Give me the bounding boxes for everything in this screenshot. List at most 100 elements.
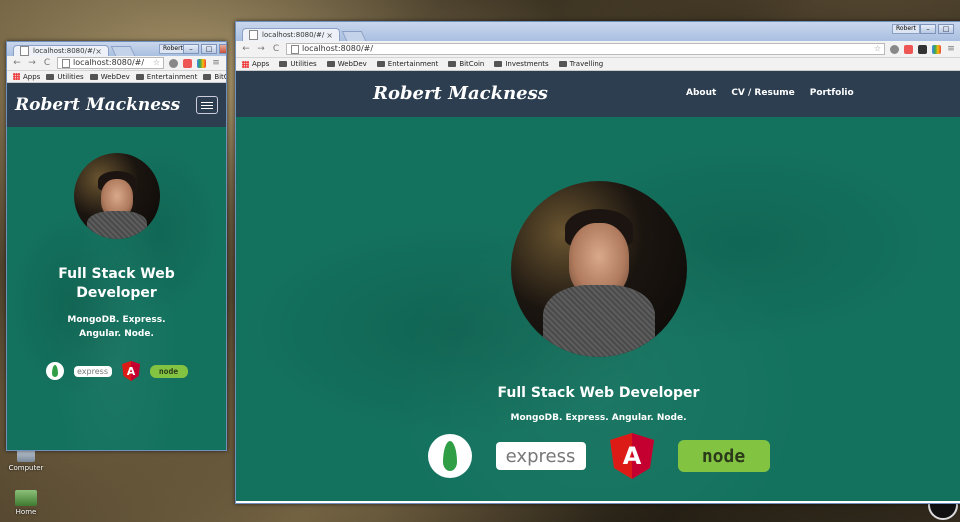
express-logo-text: express <box>77 366 108 376</box>
nodejs-logo-icon: node <box>149 364 188 378</box>
reload-icon[interactable]: C <box>42 58 52 68</box>
bookmark-folder[interactable]: WebDev <box>326 60 367 68</box>
maximize-icon[interactable]: □ <box>938 24 954 34</box>
bookmark-label: BitCoin <box>459 60 485 68</box>
toolbar: ← → C localhost:8080/#/ ☆ ≡ <box>7 56 226 71</box>
bookmark-apps[interactable]: Apps <box>13 73 40 81</box>
forward-icon[interactable]: → <box>27 58 37 68</box>
hamburger-line <box>201 104 213 106</box>
extension-icon[interactable] <box>183 58 192 68</box>
site-navbar: Robert Mackness About CV / Resume Portfo… <box>236 71 960 117</box>
desktop-icon-label: Computer <box>8 464 44 472</box>
extension-icon[interactable] <box>904 44 913 54</box>
apps-icon <box>242 60 249 68</box>
bookmarks-bar: Apps Utilities WebDev Entertainment BitC… <box>7 71 226 83</box>
angular-logo-icon: A <box>121 361 140 381</box>
browser-tab[interactable]: localhost:8080/#/ × <box>242 28 340 41</box>
desktop-icon-computer[interactable]: Computer <box>6 448 46 472</box>
folder-icon <box>558 61 567 67</box>
tab-title: localhost:8080/#/ <box>262 31 325 39</box>
new-tab-button[interactable] <box>110 46 136 56</box>
folder-icon <box>279 61 288 67</box>
back-icon[interactable]: ← <box>241 44 251 54</box>
angular-logo-icon: A <box>609 433 654 479</box>
page-icon <box>62 58 70 68</box>
folder-icon <box>494 61 503 67</box>
hamburger-menu-button[interactable] <box>196 96 218 114</box>
new-tab-button[interactable] <box>341 31 367 41</box>
page-heading: Full Stack Web Developer <box>58 266 175 301</box>
bookmarks-bar: Apps Utilities WebDev Entertainment BitC… <box>236 58 960 71</box>
bookmark-label: Utilities <box>290 60 317 68</box>
avatar-scarf <box>542 285 655 357</box>
address-bar[interactable]: localhost:8080/#/ ☆ <box>57 57 164 69</box>
hamburger-line <box>201 107 213 109</box>
bookmark-folder[interactable]: BitCoin <box>203 73 226 81</box>
extension-icon[interactable] <box>197 58 206 68</box>
folder-icon <box>46 73 55 80</box>
bookmark-folder[interactable]: Entertainment <box>135 73 197 81</box>
tech-logos: express A node <box>236 433 960 479</box>
extension-icon[interactable] <box>169 58 178 68</box>
browser-tab[interactable]: localhost:8080/#/ × <box>13 45 109 56</box>
bookmark-folder[interactable]: BitCoin <box>448 60 484 68</box>
forward-icon[interactable]: → <box>256 44 266 54</box>
tech-logos: express A node <box>7 361 226 381</box>
bookmark-star-icon[interactable]: ☆ <box>153 57 160 69</box>
back-icon[interactable]: ← <box>12 58 22 68</box>
page-subheading: MongoDB. Express. Angular. Node. <box>510 413 687 423</box>
bookmark-star-icon[interactable]: ☆ <box>874 43 881 55</box>
page-icon <box>291 44 299 54</box>
bookmark-folder[interactable]: Entertainment <box>376 60 438 68</box>
bookmark-label: WebDev <box>337 60 367 68</box>
express-logo-icon: express <box>73 365 112 377</box>
bookmark-folder[interactable]: Investments <box>494 60 549 68</box>
address-bar[interactable]: localhost:8080/#/ ☆ <box>286 43 885 55</box>
bookmark-folder[interactable]: Utilities <box>46 72 84 81</box>
bookmark-folder[interactable]: Utilities <box>279 60 317 68</box>
site-viewport: Robert Mackness Full Stack Web Developer… <box>7 83 226 450</box>
profile-avatar <box>73 153 160 239</box>
menu-icon[interactable]: ≡ <box>211 58 221 68</box>
minimize-icon[interactable]: – <box>920 24 936 34</box>
bookmark-label: Utilities <box>57 72 84 81</box>
bookmark-apps[interactable]: Apps <box>242 60 269 68</box>
address-text: localhost:8080/#/ <box>302 44 374 53</box>
nav-link-portfolio[interactable]: Portfolio <box>810 88 854 98</box>
toolbar: ← → C localhost:8080/#/ ☆ ≡ <box>236 41 960 58</box>
folder-icon <box>448 61 457 67</box>
node-logo-text: node <box>701 445 746 467</box>
nav-link-cv-resume[interactable]: CV / Resume <box>731 88 794 98</box>
browser-window-small: localhost:8080/#/ × Robert – □ × ← → C l… <box>6 41 227 451</box>
bookmark-label: Investments <box>505 60 549 68</box>
page-subheading: MongoDB. Express. Angular. Node. <box>67 315 166 339</box>
angular-letter: A <box>622 442 641 470</box>
folder-icon <box>89 73 98 80</box>
bookmark-folder[interactable]: Travelling <box>558 60 603 68</box>
nav-link-about[interactable]: About <box>686 88 716 98</box>
close-window-icon[interactable]: × <box>219 44 226 54</box>
maximize-icon[interactable]: □ <box>201 44 217 54</box>
site-navbar: Robert Mackness <box>7 83 226 127</box>
minimize-icon[interactable]: – <box>183 44 199 54</box>
express-logo-icon: express <box>495 442 586 470</box>
extension-icon[interactable] <box>932 44 941 54</box>
bookmark-label: WebDev <box>100 72 130 81</box>
bookmark-label: Apps <box>252 60 270 68</box>
reload-icon[interactable]: C <box>271 44 281 54</box>
site-brand[interactable]: Robert Mackness <box>15 95 180 115</box>
folder-icon <box>376 61 385 67</box>
page-favicon-icon <box>249 30 258 40</box>
extension-icon[interactable] <box>890 44 899 54</box>
desktop-icon-home[interactable]: Home <box>6 490 46 516</box>
folder-icon <box>135 73 144 80</box>
express-logo-text: express <box>505 445 576 467</box>
profile-username[interactable]: Robert <box>892 24 920 34</box>
menu-icon[interactable]: ≡ <box>946 44 956 54</box>
extension-icon[interactable] <box>918 44 927 54</box>
close-tab-icon[interactable]: × <box>326 31 333 40</box>
bookmark-folder[interactable]: WebDev <box>89 72 130 81</box>
close-tab-icon[interactable]: × <box>95 47 102 56</box>
folder-icon <box>326 61 335 67</box>
site-brand[interactable]: Robert Mackness <box>373 83 548 104</box>
